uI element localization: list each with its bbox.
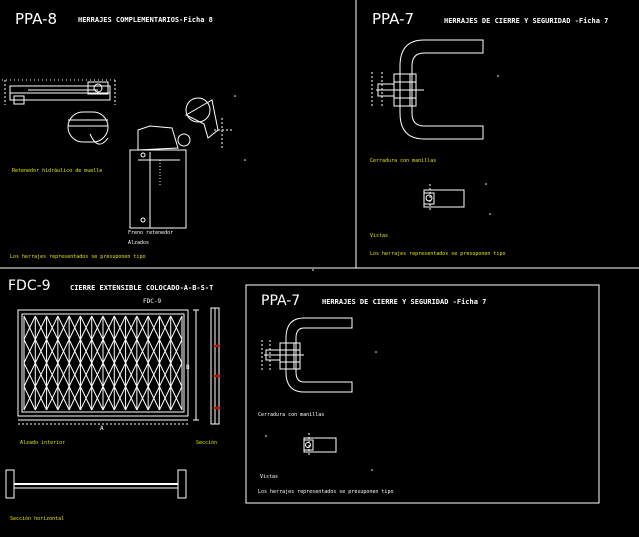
- grate-scissor-link: [57, 362, 70, 387]
- grate-scissor-link: [23, 339, 36, 364]
- grate-scissor-link: [34, 339, 48, 364]
- grate-scissor-link: [91, 386, 104, 411]
- grate-scissor-link: [136, 386, 149, 411]
- grate-scissor-link: [102, 386, 115, 411]
- door-closer-drawing: [2, 79, 118, 145]
- grate-scissor-link: [34, 386, 48, 411]
- grate-scissor-link: [57, 339, 70, 364]
- grate-scissor-link: [91, 362, 104, 387]
- grate-scissor-link: [79, 386, 93, 411]
- ppa7-top-label-vistas: Vistas: [370, 233, 388, 239]
- grate-scissor-link: [158, 315, 172, 340]
- grate-scissor-link: [136, 362, 149, 387]
- fdc9-title: CIERRE EXTENSIBLE COLOCADO-A-B-S-T: [70, 284, 213, 292]
- panel-dividers: [0, 0, 639, 504]
- grate-scissor-link: [68, 362, 81, 387]
- ppa7-top-label-cerradura: Cerradura con manillas: [370, 158, 436, 164]
- fdc9-label-alzado: Alzado interior: [20, 440, 65, 446]
- grate-scissor-link: [170, 339, 183, 364]
- grate-scissor-link: [91, 339, 104, 364]
- grate-scissor-link: [68, 315, 81, 340]
- grate-scissor-link: [79, 339, 93, 364]
- ppa7-top-title: HERRAJES DE CIERRE Y SEGURIDAD -Ficha 7: [444, 17, 608, 25]
- grate-scissor-link: [147, 386, 160, 411]
- ppa8-footnote: Los herrajes representados se presuponen…: [10, 254, 145, 260]
- grate-scissor-link: [57, 386, 70, 411]
- fdc9-label-seccion: Sección: [196, 439, 217, 446]
- ppa7-top-code: PPA-7: [372, 10, 414, 28]
- grate-scissor-link: [147, 362, 160, 387]
- ppa7-bottom-title: HERRAJES DE CIERRE Y SEGURIDAD -Ficha 7: [322, 298, 486, 306]
- floor-stop-drawing: [129, 97, 232, 229]
- grate-scissor-link: [23, 362, 36, 387]
- extensible-grate-drawing: [17, 309, 189, 425]
- ppa8-label-freno: Freno retenedor: [128, 230, 173, 236]
- grate-scissor-link: [46, 315, 59, 340]
- fdc9-dim-a: A: [100, 425, 104, 432]
- ppa8-label-retenedor: Retenedor hidráulico de muelle: [12, 167, 102, 174]
- grate-scissor-link: [79, 315, 93, 340]
- grate-scissor-link: [158, 386, 172, 411]
- grate-scissor-link: [158, 339, 172, 364]
- grate-scissor-link: [113, 339, 127, 364]
- grate-scissor-link: [113, 386, 127, 411]
- grate-scissor-link: [79, 362, 93, 387]
- ppa7-bottom-code: PPA-7: [261, 293, 300, 309]
- grate-scissor-link: [170, 362, 183, 387]
- grate-scissor-link: [125, 339, 138, 364]
- horizontal-section-drawing: [5, 469, 187, 499]
- ppa7-top-footnote: Los herrajes representados se presuponen…: [370, 251, 505, 257]
- grate-scissor-link: [158, 362, 172, 387]
- ppa7-bottom-label-cerradura: Cerradura con manillas: [258, 412, 324, 418]
- panel-ppa8: PPA-8 HERRAJES COMPLEMENTARIOS-Ficha 8 R…: [2, 10, 232, 260]
- grate-scissor-link: [46, 339, 59, 364]
- fdc9-code: FDC-9: [8, 278, 51, 294]
- ppa8-title: HERRAJES COMPLEMENTARIOS-Ficha 8: [78, 16, 213, 24]
- grate-scissor-link: [68, 386, 81, 411]
- panel-ppa7-bottom: PPA-7 HERRAJES DE CIERRE Y SEGURIDAD -Fi…: [258, 293, 486, 495]
- panel-fdc9: FDC-9 CIERRE EXTENSIBLE COLOCADO-A-B-S-T…: [5, 278, 220, 522]
- grate-scissor-link: [136, 315, 149, 340]
- grate-scissor-link: [113, 315, 127, 340]
- grate-scissor-link: [23, 386, 36, 411]
- grate-scissor-link: [46, 362, 59, 387]
- grate-scissor-link: [46, 386, 59, 411]
- lever-handle-drawing-top: [371, 39, 484, 140]
- grate-scissor-link: [91, 315, 104, 340]
- fdc9-tag: FDC-9: [143, 298, 161, 305]
- grate-scissor-link: [170, 386, 183, 411]
- grate-scissor-link: [57, 315, 70, 340]
- cad-drawing-canvas: PPA-8 HERRAJES COMPLEMENTARIOS-Ficha 8 R…: [0, 0, 639, 522]
- grate-scissor-link: [102, 362, 115, 387]
- grate-scissor-link: [147, 339, 160, 364]
- grate-scissor-link: [125, 386, 138, 411]
- panel-ppa7-top: PPA-7 HERRAJES DE CIERRE Y SEGURIDAD -Fi…: [370, 10, 608, 257]
- grate-scissor-link: [23, 315, 36, 340]
- grate-scissor-link: [113, 362, 127, 387]
- lever-handle-drawing-bottom: [261, 317, 353, 393]
- lock-view-drawing-top: [423, 184, 465, 212]
- grate-scissor-link: [34, 315, 48, 340]
- fdc9-label-seccion-horizontal: Sección horizontal: [10, 515, 64, 522]
- grate-scissor-link: [102, 315, 115, 340]
- ppa7-bottom-footnote: Los herrajes representados se presuponen…: [258, 489, 393, 495]
- grate-scissor-link: [68, 339, 81, 364]
- grate-scissor-link: [147, 315, 160, 340]
- lock-view-drawing-bottom: [303, 433, 337, 457]
- grate-scissor-link: [125, 362, 138, 387]
- ppa8-label-alzados: Alzados: [128, 240, 149, 246]
- grate-scissor-link: [125, 315, 138, 340]
- ppa8-code: PPA-8: [15, 10, 57, 28]
- grate-section-drawing: [193, 307, 220, 425]
- grate-scissor-link: [102, 339, 115, 364]
- grate-scissor-link: [34, 362, 48, 387]
- grate-scissor-link: [136, 339, 149, 364]
- fdc9-dim-b: B: [186, 364, 190, 371]
- grate-scissor-link: [170, 315, 183, 340]
- ppa7-bottom-label-vistas: Vistas: [260, 474, 278, 480]
